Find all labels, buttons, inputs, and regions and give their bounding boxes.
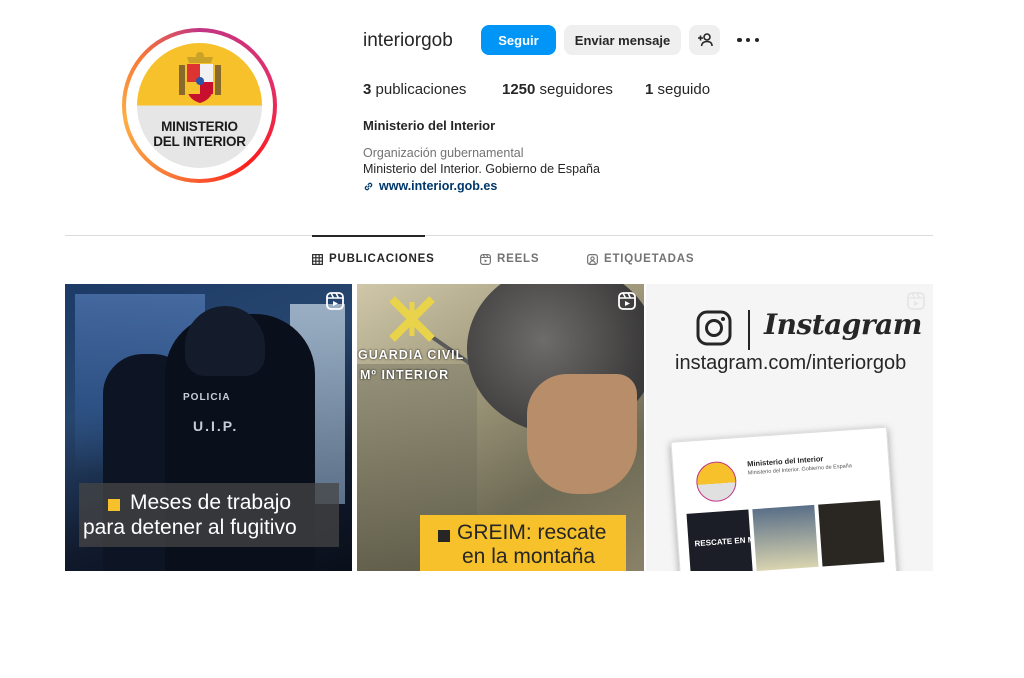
suggest-accounts-button[interactable] [689, 25, 720, 55]
instagram-wordmark: Instagram [764, 308, 922, 341]
caption-line1: GREIM: rescate [457, 521, 607, 544]
guardia-civil-emblem-icon [389, 296, 435, 342]
mock-avatar [694, 460, 738, 504]
following-stat[interactable]: 1 seguido [645, 81, 710, 98]
follow-button[interactable]: Seguir [481, 25, 556, 55]
reel-icon [907, 292, 925, 310]
profile-category: Organización gubernamental [363, 146, 524, 160]
tab-publicaciones[interactable]: PUBLICACIONES [312, 253, 435, 265]
following-label: seguido [657, 81, 711, 98]
avatar-title-line2: DEL INTERIOR [153, 134, 246, 149]
tab-reels[interactable]: REELS [480, 253, 539, 265]
posts-count: 3 [363, 81, 372, 98]
tagged-icon [587, 253, 598, 265]
send-message-button[interactable]: Enviar mensaje [564, 25, 681, 55]
tab-label: PUBLICACIONES [329, 253, 435, 265]
rescuer-face [527, 374, 637, 494]
instagram-logo-icon [696, 310, 732, 346]
profile-divider [65, 235, 933, 236]
logo-separator [748, 310, 750, 350]
avatar-title-line1: MINISTERIO [161, 119, 238, 134]
caption-bullet [108, 499, 120, 511]
post-caption-overlay: Meses de trabajo para detener al fugitiv… [79, 483, 339, 547]
caption-line2: en la montaña [462, 545, 596, 568]
badge-line1: GUARDIA CIVIL [358, 348, 465, 362]
vest-text-policia: POLICIA [183, 392, 231, 403]
reel-icon [618, 292, 636, 310]
posts-stat: 3 publicaciones [363, 81, 466, 98]
avatar-border: MINISTERIO DEL INTERIOR [126, 32, 273, 179]
profile-display-name: Ministerio del Interior [363, 118, 496, 133]
link-icon [364, 182, 373, 190]
profile-username: interiorgob [363, 30, 453, 51]
caption-bullet [438, 530, 450, 542]
profile-screenshot-mockup: Ministerio del Interior Ministerio del I… [670, 426, 899, 571]
reel-icon [326, 292, 344, 310]
add-person-icon [697, 33, 713, 47]
website-text: www.interior.gob.es [379, 179, 498, 193]
mock-thumbnail [818, 500, 885, 567]
post-1[interactable]: POLICIA U.I.P. Meses de trabajo para det… [65, 284, 352, 571]
profile-bio: Ministerio del Interior. Gobierno de Esp… [363, 162, 600, 176]
following-count: 1 [645, 81, 654, 98]
profile-website-link[interactable]: www.interior.gob.es [363, 179, 497, 193]
post-caption-overlay: GREIM: rescate en la montaña [420, 515, 626, 571]
followers-stat[interactable]: 1250 seguidores [502, 81, 613, 98]
followers-label: seguidores [539, 81, 613, 98]
reels-icon [480, 253, 491, 265]
post-2[interactable]: GUARDIA CIVIL Mº INTERIOR GREIM: rescate… [357, 284, 644, 571]
tab-label: ETIQUETADAS [604, 253, 695, 265]
more-options-icon[interactable] [737, 30, 759, 50]
officer-helmet [185, 306, 265, 376]
posts-label: publicaciones [375, 81, 467, 98]
mock-thumbnail: RESCATE EN MONTAÑA [686, 509, 788, 571]
grid-icon [312, 253, 323, 265]
tab-label: REELS [497, 253, 540, 265]
coat-of-arms-icon [179, 52, 221, 103]
active-tab-indicator [312, 235, 425, 237]
caption-line1: Meses de trabajo [130, 491, 292, 514]
avatar: MINISTERIO DEL INTERIOR [137, 43, 262, 168]
mock-thumbnail [752, 504, 819, 571]
vest-text-uip: U.I.P. [193, 418, 239, 434]
tab-etiquetadas[interactable]: ETIQUETADAS [587, 253, 694, 265]
badge-line2: Mº INTERIOR [360, 368, 450, 382]
caption-line2: para detener al fugitivo [83, 516, 297, 539]
instagram-url: instagram.com/interiorgob [675, 352, 907, 374]
profile-avatar-ring[interactable]: MINISTERIO DEL INTERIOR [122, 28, 277, 183]
followers-count: 1250 [502, 81, 536, 98]
post-3[interactable]: Instagram instagram.com/interiorgob Mini… [646, 284, 933, 571]
